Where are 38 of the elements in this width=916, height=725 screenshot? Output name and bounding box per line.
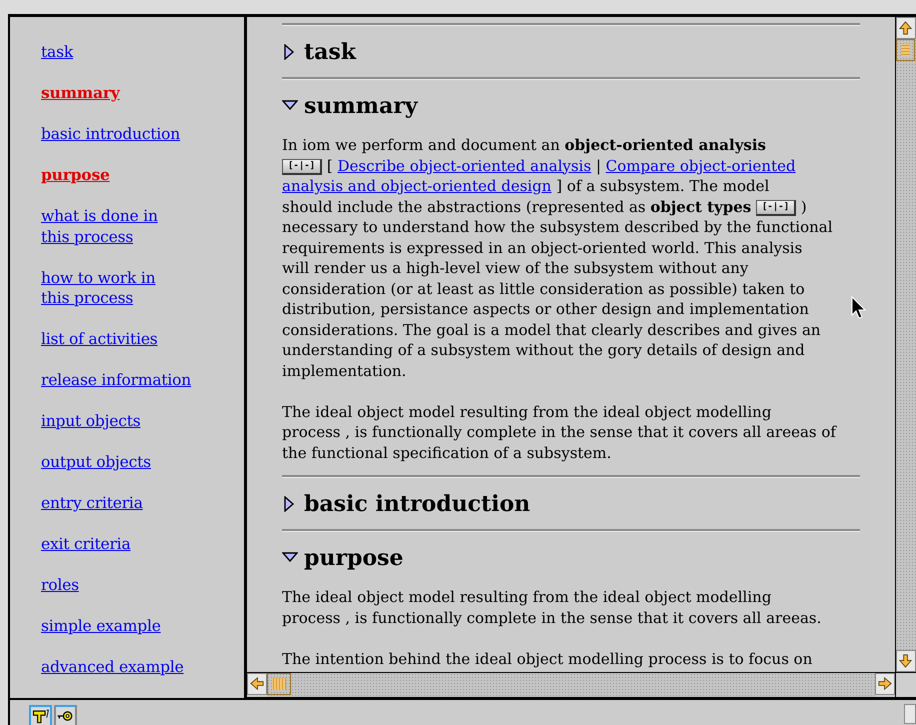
nav-link[interactable]: how to work in this process bbox=[41, 268, 156, 308]
scroll-arrow-button[interactable] bbox=[875, 673, 895, 695]
nav-link[interactable]: advanced example bbox=[41, 657, 184, 678]
nav-link[interactable]: output objects bbox=[41, 452, 151, 472]
section-heading: basic introduction bbox=[304, 490, 530, 516]
scroll-arrow-button[interactable] bbox=[247, 673, 267, 695]
resize-handle[interactable] bbox=[904, 704, 916, 724]
scroll-thumb[interactable] bbox=[896, 39, 915, 61]
section-heading: task bbox=[304, 38, 356, 64]
paragraph: The ideal object model resulting from the ideal object modelling process , is functionally complete in the sense that it covers all areeas of the functional specification of a subsystem. bbox=[282, 402, 836, 463]
nav-link[interactable]: input objects bbox=[41, 411, 140, 432]
expand-button[interactable]: [-|-] bbox=[282, 158, 322, 175]
nav-link[interactable]: simple example bbox=[41, 616, 161, 636]
text-link[interactable]: analysis and object-oriented design bbox=[282, 177, 552, 195]
stamp-tool-icon[interactable] bbox=[29, 705, 52, 725]
scroll-arrow-button[interactable] bbox=[896, 17, 916, 39]
key-icon[interactable] bbox=[54, 705, 77, 725]
section-heading: summary bbox=[304, 92, 418, 118]
paragraph: The intention behind the ideal object modelling process is to focus on bbox=[282, 648, 812, 669]
expand-button[interactable]: [-|-] bbox=[756, 200, 796, 216]
text-link[interactable]: Describe object-oriented analysis bbox=[337, 156, 592, 174]
paragraph: In iom we perform and document an object-oriented analysis [-|-] [ Describe object-oriented analysis | Compare object-oriented analysis and object-oriented design ] of a subsystem. The model should include the abstractions (represented as object types [-|-] ) necessary to understand how the subsystem described by the functional requirements is expressed in an object-oriented world. This analysis will render us a high-level view of the subsystem without any consideration (or at least as little consideration as possible) taken to distribution, persistance aspects or other design and implementation considerations. The goal is a model that clearly describes and gives an understanding of a subsystem without the gory details of design and implementation. bbox=[282, 135, 833, 381]
scroll-thumb[interactable] bbox=[267, 673, 291, 695]
nav-link[interactable]: basic introduction bbox=[41, 124, 180, 144]
nav-link[interactable]: summary bbox=[41, 83, 120, 104]
nav-link[interactable]: roles bbox=[41, 575, 79, 596]
nav-link[interactable]: entry criteria bbox=[41, 493, 143, 514]
text-link[interactable]: Compare object-oriented bbox=[606, 156, 796, 174]
paragraph: The ideal object model resulting from the ideal object modelling process , is functionally complete in the sense that it covers all areeas. bbox=[282, 587, 822, 628]
section-heading: purpose bbox=[304, 544, 404, 570]
nav-link[interactable]: task bbox=[41, 42, 74, 62]
nav-link[interactable]: purpose bbox=[41, 165, 110, 186]
nav-link[interactable]: list of activities bbox=[41, 329, 158, 350]
nav-link[interactable]: release information bbox=[41, 370, 192, 390]
nav-link[interactable]: exit criteria bbox=[41, 534, 130, 554]
scroll-arrow-button[interactable] bbox=[896, 650, 916, 672]
mouse-pointer-icon bbox=[851, 296, 867, 320]
nav-link[interactable]: what is done in this process bbox=[41, 206, 158, 247]
